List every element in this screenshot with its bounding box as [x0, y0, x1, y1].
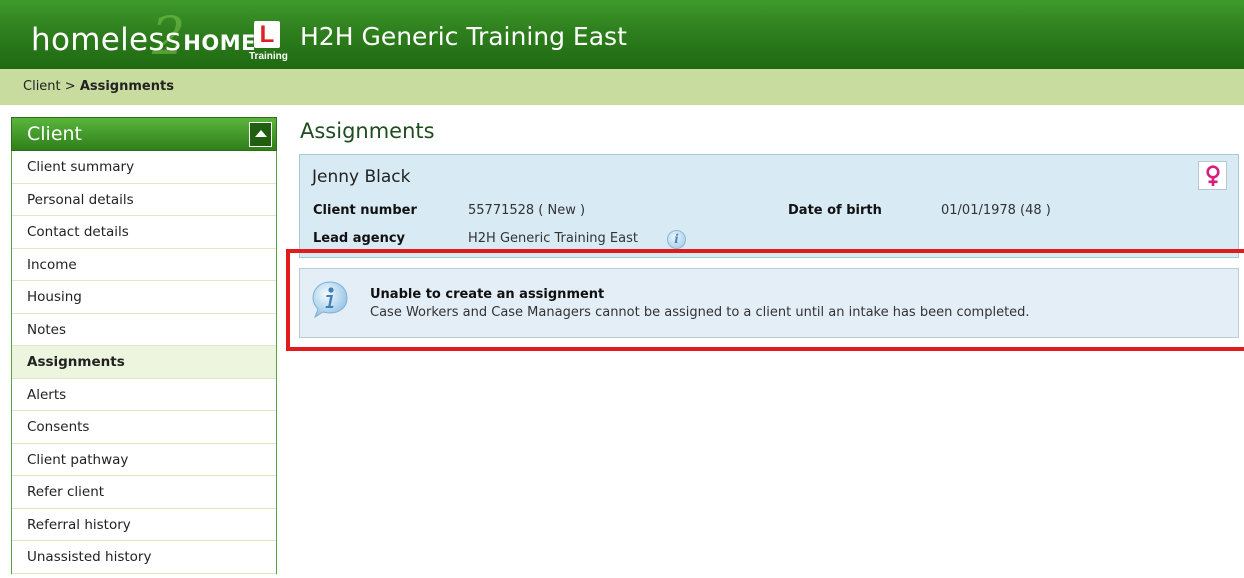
sidebar-item-client-pathway[interactable]: Client pathway: [12, 443, 276, 476]
client-number-label: Client number: [313, 203, 417, 218]
sidebar-item-client-summary[interactable]: Client summary: [12, 151, 276, 184]
sidebar-menu: Client summary Personal details Contact de…: [11, 151, 277, 574]
sidebar-item-income[interactable]: Income: [12, 248, 276, 281]
app-title: H2H Generic Training East: [300, 22, 627, 51]
app-header: 2 homelessHOME L Training H2H Generic Tr…: [0, 0, 1244, 69]
training-tag: Training: [249, 51, 288, 62]
breadcrumb-current: Assignments: [79, 79, 174, 94]
lead-agency-label: Lead agency: [313, 231, 406, 246]
app-logo[interactable]: 2 homelessHOME: [31, 11, 256, 63]
client-info-panel: Jenny Black Client number 55771528 ( New…: [299, 154, 1239, 258]
sidebar-item-assignments[interactable]: Assignments: [12, 346, 276, 379]
sidebar-item-refer-client[interactable]: Refer client: [12, 476, 276, 509]
breadcrumb-link-client[interactable]: Client: [23, 79, 61, 94]
logo-word-home: HOME: [183, 31, 256, 55]
sidebar-item-notes[interactable]: Notes: [12, 313, 276, 346]
highlight-annotation: [286, 249, 1244, 351]
breadcrumb: Client > Assignments: [23, 79, 174, 94]
sidebar-item-contact-details[interactable]: Contact details: [12, 216, 276, 249]
page-title: Assignments: [300, 119, 435, 143]
sidebar-header-label: Client: [27, 123, 83, 145]
sidebar-item-consents[interactable]: Consents: [12, 411, 276, 444]
collapse-button[interactable]: [249, 122, 272, 147]
dob-label: Date of birth: [788, 203, 882, 218]
chevron-up-icon: [255, 130, 267, 137]
client-number-value: 55771528 ( New ): [468, 203, 586, 218]
sidebar-item-alerts[interactable]: Alerts: [12, 378, 276, 411]
sidebar-item-housing[interactable]: Housing: [12, 281, 276, 314]
learner-plate-icon: L: [254, 21, 280, 48]
info-icon[interactable]: i: [667, 230, 686, 249]
breadcrumb-bar: Client > Assignments: [0, 69, 1244, 105]
lead-agency-value: H2H Generic Training East: [468, 231, 638, 246]
logo-word-homeless: homeless: [31, 22, 182, 58]
breadcrumb-separator: >: [60, 79, 80, 94]
learner-plate-letter: L: [259, 21, 275, 48]
sidebar-header: Client: [11, 117, 277, 151]
sidebar-item-referral-history[interactable]: Referral history: [12, 508, 276, 541]
dob-value: 01/01/1978 (48 ): [941, 203, 1051, 218]
sidebar-item-unassisted-history[interactable]: Unassisted history: [12, 541, 276, 574]
female-icon: [1198, 161, 1227, 190]
sidebar: Client Client summary Personal details Con…: [11, 117, 277, 578]
sidebar-item-personal-details[interactable]: Personal details: [12, 183, 276, 216]
client-name: Jenny Black: [312, 167, 411, 187]
